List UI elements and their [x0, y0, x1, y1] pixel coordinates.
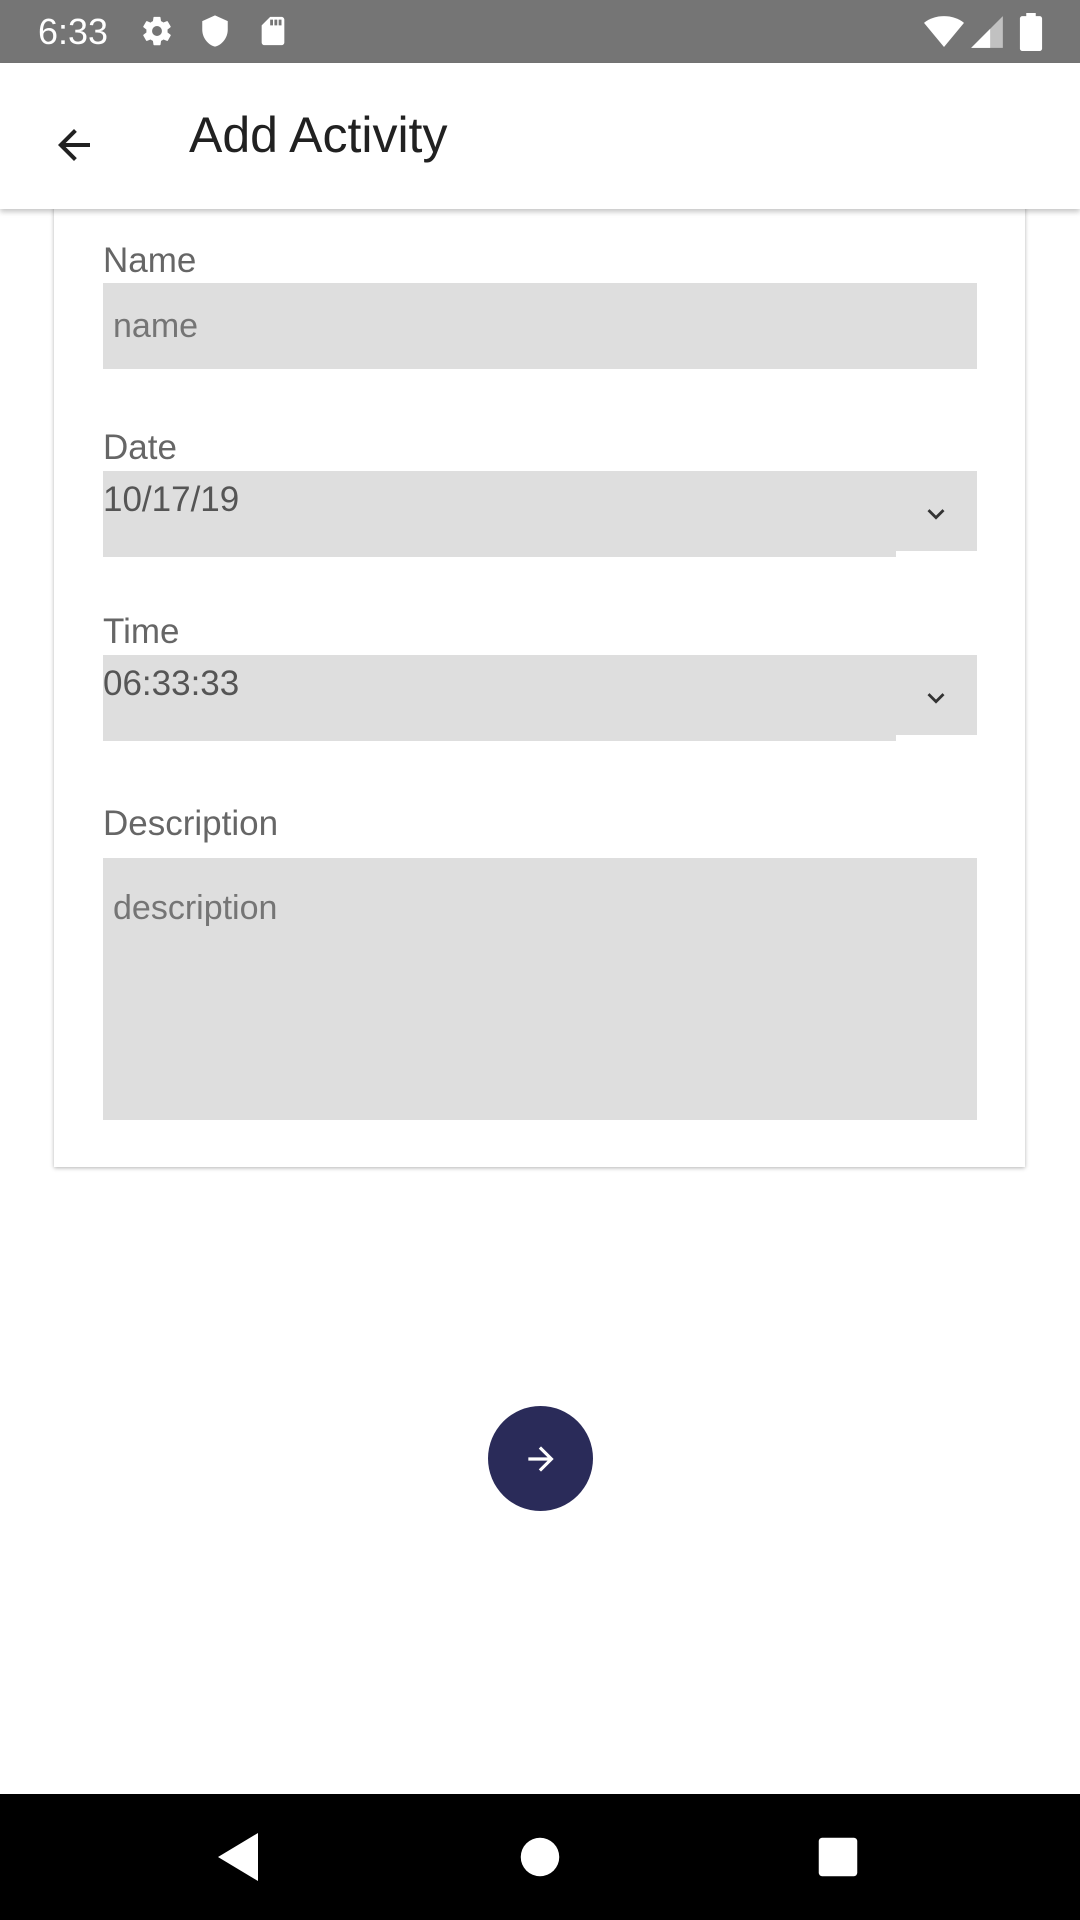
date-value: 10/17/19	[103, 480, 240, 519]
gear-icon	[143, 16, 171, 46]
battery-icon	[1019, 13, 1043, 51]
nav-back-button[interactable]	[203, 1822, 273, 1892]
chevron-down-icon	[927, 509, 945, 520]
sd-card-icon	[261, 16, 285, 46]
home-circle-icon	[520, 1837, 560, 1877]
back-triangle-icon	[218, 1833, 258, 1881]
status-bar: 6:33	[0, 0, 1080, 63]
nav-recents-button[interactable]	[803, 1822, 873, 1892]
back-button[interactable]	[32, 103, 116, 187]
name-label: Name	[103, 241, 197, 280]
description-textarea[interactable]	[103, 858, 977, 1120]
arrow-right-icon	[527, 1445, 554, 1472]
time-select[interactable]: 06:33:33	[103, 655, 977, 741]
date-select[interactable]: 10/17/19	[103, 471, 977, 557]
app-bar: Add Activity	[0, 63, 1080, 209]
status-time: 6:33	[38, 11, 109, 52]
time-value: 06:33:33	[103, 664, 240, 703]
navigation-bar	[0, 1794, 1080, 1920]
page-title: Add Activity	[189, 107, 448, 163]
recents-square-icon	[818, 1837, 858, 1877]
arrow-left-icon	[58, 129, 90, 161]
next-button[interactable]	[488, 1406, 593, 1511]
shield-icon	[202, 15, 228, 47]
signal-icon	[971, 16, 1003, 48]
time-label: Time	[103, 612, 180, 651]
date-label: Date	[103, 428, 177, 467]
nav-home-button[interactable]	[505, 1822, 575, 1892]
wifi-icon	[924, 16, 964, 47]
chevron-down-icon	[927, 693, 945, 704]
name-input[interactable]	[103, 283, 977, 369]
description-label: Description	[103, 804, 279, 843]
